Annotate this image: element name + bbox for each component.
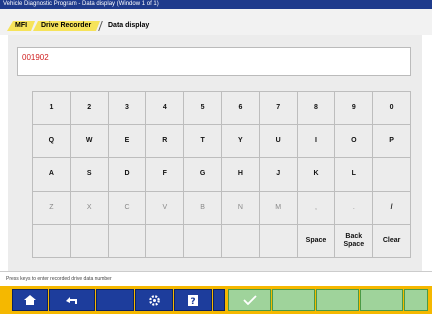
on-screen-keyboard: 1 2 3 4 5 6 7 8 9 0 Q W E R T Y U I O P A S D F G H J K L Z X C V B N M,. / S… bbox=[32, 91, 411, 258]
blank-button-1[interactable] bbox=[96, 289, 134, 311]
key-2[interactable]: 2 bbox=[70, 92, 108, 125]
key-empty bbox=[259, 224, 297, 257]
tab-bar: MFI Drive Recorder Data display bbox=[0, 9, 432, 35]
key-n[interactable]: N bbox=[221, 191, 259, 224]
key-symbol[interactable]: / bbox=[373, 191, 410, 224]
number-entry-field[interactable]: 001902 bbox=[17, 47, 411, 76]
key-h[interactable]: H bbox=[221, 158, 259, 191]
key-p[interactable]: P bbox=[373, 125, 410, 158]
key-c[interactable]: C bbox=[108, 191, 146, 224]
key-empty bbox=[108, 224, 146, 257]
settings-button[interactable] bbox=[135, 289, 173, 311]
key-empty bbox=[184, 224, 221, 257]
checkmark-icon bbox=[242, 295, 257, 305]
key-j[interactable]: J bbox=[259, 158, 297, 191]
key-m[interactable]: M bbox=[259, 191, 297, 224]
key-y[interactable]: Y bbox=[221, 125, 259, 158]
clear-key[interactable]: Clear bbox=[373, 224, 410, 257]
key-7[interactable]: 7 bbox=[259, 92, 297, 125]
key-d[interactable]: D bbox=[108, 158, 146, 191]
back-icon bbox=[64, 294, 80, 306]
key-w[interactable]: W bbox=[70, 125, 108, 158]
green-button-5[interactable] bbox=[404, 289, 428, 311]
key-s[interactable]: S bbox=[70, 158, 108, 191]
key-x[interactable]: X bbox=[70, 191, 108, 224]
key-l[interactable]: L bbox=[335, 158, 373, 191]
key-a[interactable]: A bbox=[33, 158, 70, 191]
key-k[interactable]: K bbox=[297, 158, 335, 191]
key-r[interactable]: R bbox=[146, 125, 184, 158]
key-u[interactable]: U bbox=[259, 125, 297, 158]
key-t[interactable]: T bbox=[184, 125, 221, 158]
key-q[interactable]: Q bbox=[33, 125, 70, 158]
space-key[interactable]: Space bbox=[297, 224, 335, 257]
svg-text:?: ? bbox=[190, 297, 195, 307]
key-1[interactable]: 1 bbox=[33, 92, 70, 125]
help-button[interactable]: ? bbox=[174, 289, 212, 311]
key-i[interactable]: I bbox=[297, 125, 335, 158]
key-empty bbox=[373, 158, 410, 191]
taskbar-divider bbox=[213, 289, 225, 311]
key-empty bbox=[146, 224, 184, 257]
key-6[interactable]: 6 bbox=[221, 92, 259, 125]
key-empty bbox=[70, 224, 108, 257]
taskbar: ? bbox=[0, 286, 432, 314]
home-icon bbox=[23, 294, 37, 306]
status-bar: Press keys to enter recorded drive data … bbox=[0, 271, 432, 286]
key-o[interactable]: O bbox=[335, 125, 373, 158]
tab-data-display: Data display bbox=[108, 22, 150, 29]
help-icon: ? bbox=[187, 294, 199, 307]
backspace-key[interactable]: Back Space bbox=[335, 224, 373, 257]
settings-icon bbox=[148, 294, 161, 307]
tab-mfi[interactable]: MFI bbox=[7, 21, 35, 31]
key-f[interactable]: F bbox=[146, 158, 184, 191]
key-9[interactable]: 9 bbox=[335, 92, 373, 125]
back-button[interactable] bbox=[49, 289, 95, 311]
key-empty bbox=[221, 224, 259, 257]
key-z[interactable]: Z bbox=[33, 191, 70, 224]
green-button-2[interactable] bbox=[272, 289, 315, 311]
key-symbol[interactable]: , bbox=[297, 191, 335, 224]
key-v[interactable]: V bbox=[146, 191, 184, 224]
green-button-3[interactable] bbox=[316, 289, 359, 311]
home-button[interactable] bbox=[12, 289, 48, 311]
tab-drive-recorder[interactable]: Drive Recorder bbox=[33, 21, 100, 31]
green-button-4[interactable] bbox=[360, 289, 403, 311]
key-e[interactable]: E bbox=[108, 125, 146, 158]
key-symbol[interactable]: . bbox=[335, 191, 373, 224]
key-empty bbox=[33, 224, 70, 257]
key-3[interactable]: 3 bbox=[108, 92, 146, 125]
key-g[interactable]: G bbox=[184, 158, 221, 191]
key-b[interactable]: B bbox=[184, 191, 221, 224]
key-5[interactable]: 5 bbox=[184, 92, 221, 125]
key-4[interactable]: 4 bbox=[146, 92, 184, 125]
window-title: Vehicle Diagnostic Program - Data displa… bbox=[0, 0, 432, 9]
key-8[interactable]: 8 bbox=[297, 92, 335, 125]
key-0[interactable]: 0 bbox=[373, 92, 410, 125]
ok-button[interactable] bbox=[228, 289, 271, 311]
